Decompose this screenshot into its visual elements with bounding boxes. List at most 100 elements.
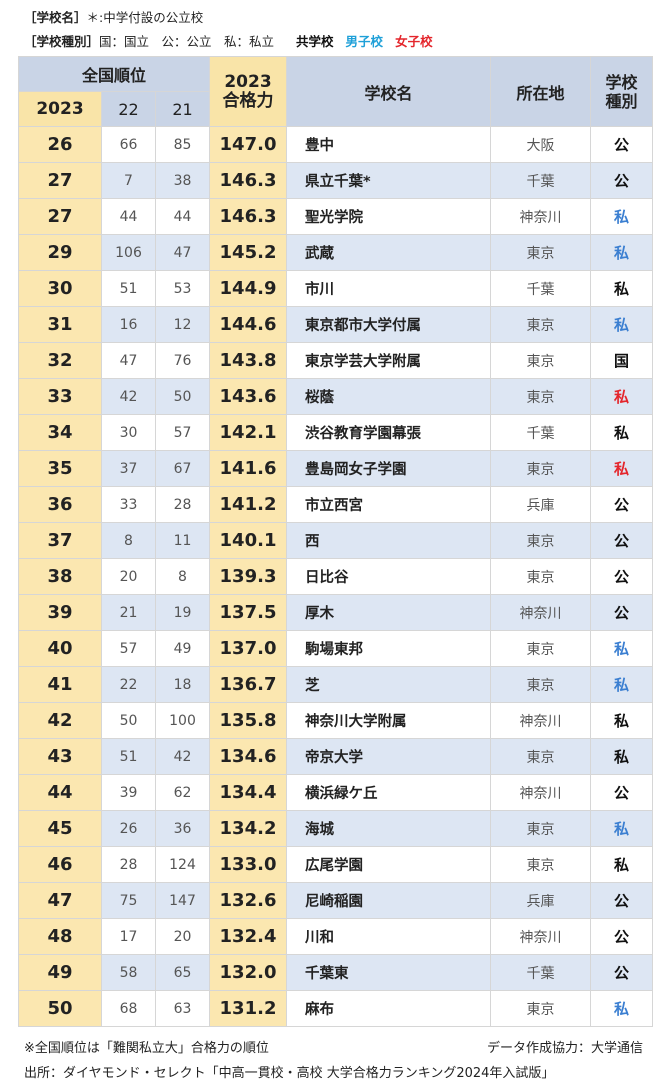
location-cell: 兵庫 <box>490 486 591 523</box>
location-cell: 千葉 <box>490 954 591 991</box>
location-cell: 東京 <box>490 342 591 379</box>
legend-boys: 男子校 <box>345 34 384 49</box>
location-cell: 神奈川 <box>490 702 591 739</box>
rank-22-cell: 42 <box>101 378 156 415</box>
table-row: 27 44 44 146.3 聖光学院 神奈川私 <box>18 198 653 235</box>
power-cell: 134.4 <box>209 774 287 811</box>
rank-21-cell: 11 <box>155 522 210 559</box>
location-cell: 東京 <box>490 738 591 775</box>
power-cell: 133.0 <box>209 846 287 883</box>
header-national-rank: 全国順位 <box>18 56 210 92</box>
rank-22-cell: 39 <box>101 774 156 811</box>
header-power-label: 合格力 <box>222 90 274 111</box>
rank-22-cell: 47 <box>101 342 156 379</box>
table-row: 31 16 12 144.6 東京都市大学付属 東京私 <box>18 306 653 343</box>
rank-21-cell: 124 <box>155 846 210 883</box>
power-cell: 146.3 <box>209 198 287 235</box>
rank-22-cell: 66 <box>101 126 156 163</box>
rank-2023-cell: 31 <box>18 306 102 343</box>
rank-21-cell: 36 <box>155 810 210 847</box>
table-row: 40 57 49 137.0 駒場東邦 東京私 <box>18 630 653 667</box>
power-cell: 143.8 <box>209 342 287 379</box>
school-name-cell: 豊中 <box>286 126 491 163</box>
rank-2023-cell: 46 <box>18 846 102 883</box>
rank-21-cell: 28 <box>155 486 210 523</box>
school-type-cell: 私 <box>590 306 653 343</box>
location-cell: 東京 <box>490 666 591 703</box>
table-row: 30 51 53 144.9 市川 千葉私 <box>18 270 653 307</box>
rank-21-cell: 8 <box>155 558 210 595</box>
location-cell: 大阪 <box>490 126 591 163</box>
school-name-cell: 厚木 <box>286 594 491 631</box>
school-name-cell: 武蔵 <box>286 234 491 271</box>
power-cell: 141.6 <box>209 450 287 487</box>
table-row: 26 66 85 147.0 豊中 大阪公 <box>18 126 653 163</box>
header-school-type: 学校種別 <box>590 56 653 127</box>
table-row: 34 30 57 142.1 渋谷教育学園幕張 千葉私 <box>18 414 653 451</box>
rank-2023-cell: 48 <box>18 918 102 955</box>
rank-2023-cell: 49 <box>18 954 102 991</box>
rank-2023-cell: 40 <box>18 630 102 667</box>
school-name-cell: 尼崎稲園 <box>286 882 491 919</box>
header-school-type-label: 学校種別 <box>605 72 638 111</box>
school-type-cell: 公 <box>590 522 653 559</box>
location-cell: 東京 <box>490 990 591 1027</box>
school-type-cell: 公 <box>590 954 653 991</box>
rank-2023-cell: 44 <box>18 774 102 811</box>
power-cell: 139.3 <box>209 558 287 595</box>
legend-coed: 共学校 <box>296 34 334 49</box>
legend-school-name-label: ［学校名］ <box>24 10 87 25</box>
school-type-cell: 公 <box>590 594 653 631</box>
power-cell: 142.1 <box>209 414 287 451</box>
header-school-name: 学校名 <box>286 56 491 127</box>
school-type-cell: 私 <box>590 378 653 415</box>
school-name-cell: 千葉東 <box>286 954 491 991</box>
location-cell: 兵庫 <box>490 882 591 919</box>
rank-22-cell: 7 <box>101 162 156 199</box>
table-row: 48 17 20 132.4 川和 神奈川公 <box>18 918 653 955</box>
power-cell: 134.6 <box>209 738 287 775</box>
rank-2023-cell: 37 <box>18 522 102 559</box>
location-cell: 東京 <box>490 234 591 271</box>
rank-2023-cell: 38 <box>18 558 102 595</box>
power-cell: 132.4 <box>209 918 287 955</box>
rank-22-cell: 20 <box>101 558 156 595</box>
footer-credit: データ作成協力：大学通信 <box>486 1041 643 1056</box>
rank-22-cell: 30 <box>101 414 156 451</box>
power-cell: 135.8 <box>209 702 287 739</box>
school-type-cell: 公 <box>590 486 653 523</box>
school-name-cell: 駒場東邦 <box>286 630 491 667</box>
school-type-cell: 公 <box>590 774 653 811</box>
legend-school-type-label: ［学校種別］ <box>24 34 100 49</box>
table-row: 33 42 50 143.6 桜蔭 東京私 <box>18 378 653 415</box>
table-row: 27 7 38 146.3 県立千葉* 千葉公 <box>18 162 653 199</box>
school-name-cell: 日比谷 <box>286 558 491 595</box>
rank-22-cell: 8 <box>101 522 156 559</box>
power-cell: 144.9 <box>209 270 287 307</box>
rank-21-cell: 50 <box>155 378 210 415</box>
school-type-cell: 私 <box>590 414 653 451</box>
table-row: 42 50 100 135.8 神奈川大学附属 神奈川私 <box>18 702 653 739</box>
table-row: 44 39 62 134.4 横浜緑ケ丘 神奈川公 <box>18 774 653 811</box>
school-name-cell: 市立西宮 <box>286 486 491 523</box>
rank-22-cell: 22 <box>101 666 156 703</box>
school-type-cell: 私 <box>590 666 653 703</box>
power-cell: 132.6 <box>209 882 287 919</box>
school-name-cell: 神奈川大学附属 <box>286 702 491 739</box>
school-name-cell: 桜蔭 <box>286 378 491 415</box>
school-name-cell: 横浜緑ケ丘 <box>286 774 491 811</box>
rank-2023-cell: 34 <box>18 414 102 451</box>
power-cell: 146.3 <box>209 162 287 199</box>
power-cell: 141.2 <box>209 486 287 523</box>
location-cell: 神奈川 <box>490 594 591 631</box>
rank-21-cell: 57 <box>155 414 210 451</box>
rank-21-cell: 147 <box>155 882 210 919</box>
location-cell: 神奈川 <box>490 774 591 811</box>
rank-22-cell: 58 <box>101 954 156 991</box>
rank-2023-cell: 30 <box>18 270 102 307</box>
rank-21-cell: 19 <box>155 594 210 631</box>
school-type-cell: 公 <box>590 882 653 919</box>
school-type-cell: 私 <box>590 450 653 487</box>
rank-22-cell: 28 <box>101 846 156 883</box>
footer-note: ※全国順位は「難関私立大」合格力の順位 <box>24 1041 269 1056</box>
